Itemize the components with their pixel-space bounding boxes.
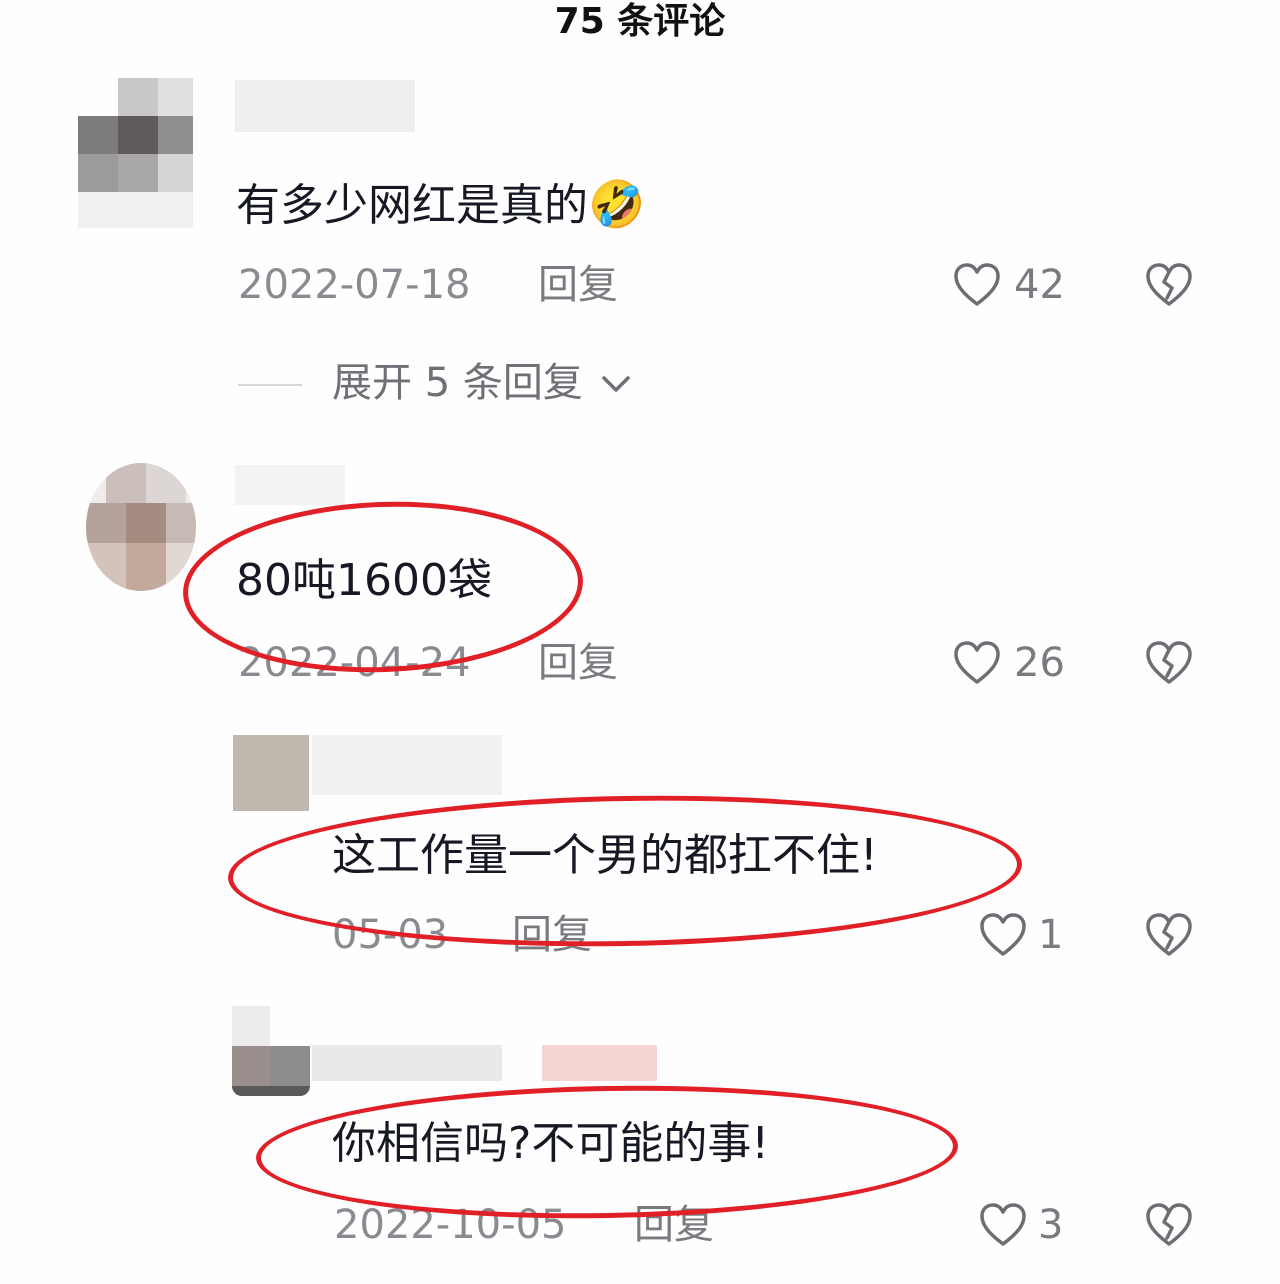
heart-outline-icon — [980, 913, 1026, 956]
reply-text: 你相信吗?不可能的事! — [332, 1118, 769, 1169]
like-count: 1 — [1038, 912, 1064, 958]
like-count: 26 — [1014, 640, 1065, 686]
heart-outline-icon — [980, 1203, 1026, 1246]
broken-heart-icon — [1146, 641, 1192, 684]
expand-replies-label: 展开 5 条回复 — [332, 360, 583, 406]
like-button[interactable] — [979, 912, 1027, 958]
like-button[interactable] — [953, 640, 1001, 686]
chevron-down-icon — [598, 372, 634, 396]
broken-heart-icon — [1146, 913, 1192, 956]
like-button[interactable] — [953, 262, 1001, 308]
dislike-button[interactable] — [1145, 912, 1193, 958]
avatar[interactable] — [233, 735, 309, 811]
dislike-button[interactable] — [1145, 262, 1193, 308]
comments-count-title: 75 条评论 — [554, 1, 726, 42]
avatar[interactable] — [78, 78, 193, 228]
username-blurred[interactable] — [235, 80, 415, 132]
username-blurred[interactable] — [312, 735, 502, 795]
username-blurred[interactable] — [235, 465, 345, 505]
comment-date: 2022-07-18 — [238, 262, 471, 308]
like-button[interactable] — [979, 1202, 1027, 1248]
reply-date: 2022-10-05 — [334, 1202, 567, 1248]
reply-text: 这工作量一个男的都扛不住! — [332, 830, 878, 881]
comment-text-content: 有多少网红是真的 — [236, 180, 588, 231]
avatar[interactable] — [232, 1006, 310, 1096]
like-count: 42 — [1014, 262, 1065, 308]
like-count: 3 — [1038, 1202, 1064, 1248]
laughing-crying-emoji: 🤣 — [588, 177, 646, 231]
reply-button[interactable]: 回复 — [538, 260, 618, 310]
reply-button[interactable]: 回复 — [634, 1200, 714, 1250]
dislike-button[interactable] — [1145, 1202, 1193, 1248]
expand-replies-button[interactable]: 展开 5 条回复 — [332, 358, 583, 408]
comment-text: 80吨1600袋 — [236, 555, 492, 606]
dislike-button[interactable] — [1145, 640, 1193, 686]
username-blurred[interactable] — [312, 1045, 502, 1081]
reply-date: 05-03 — [332, 912, 449, 958]
expand-divider — [238, 384, 302, 386]
broken-heart-icon — [1146, 1203, 1192, 1246]
comment-date: 2022-04-24 — [238, 640, 471, 686]
avatar[interactable] — [86, 463, 196, 591]
comment-text: 有多少网红是真的🤣 — [236, 176, 645, 234]
heart-outline-icon — [954, 641, 1000, 684]
reply-button[interactable]: 回复 — [538, 638, 618, 688]
heart-outline-icon — [954, 263, 1000, 306]
reply-button[interactable]: 回复 — [512, 910, 592, 960]
user-badge-blurred — [542, 1045, 657, 1081]
broken-heart-icon — [1146, 263, 1192, 306]
